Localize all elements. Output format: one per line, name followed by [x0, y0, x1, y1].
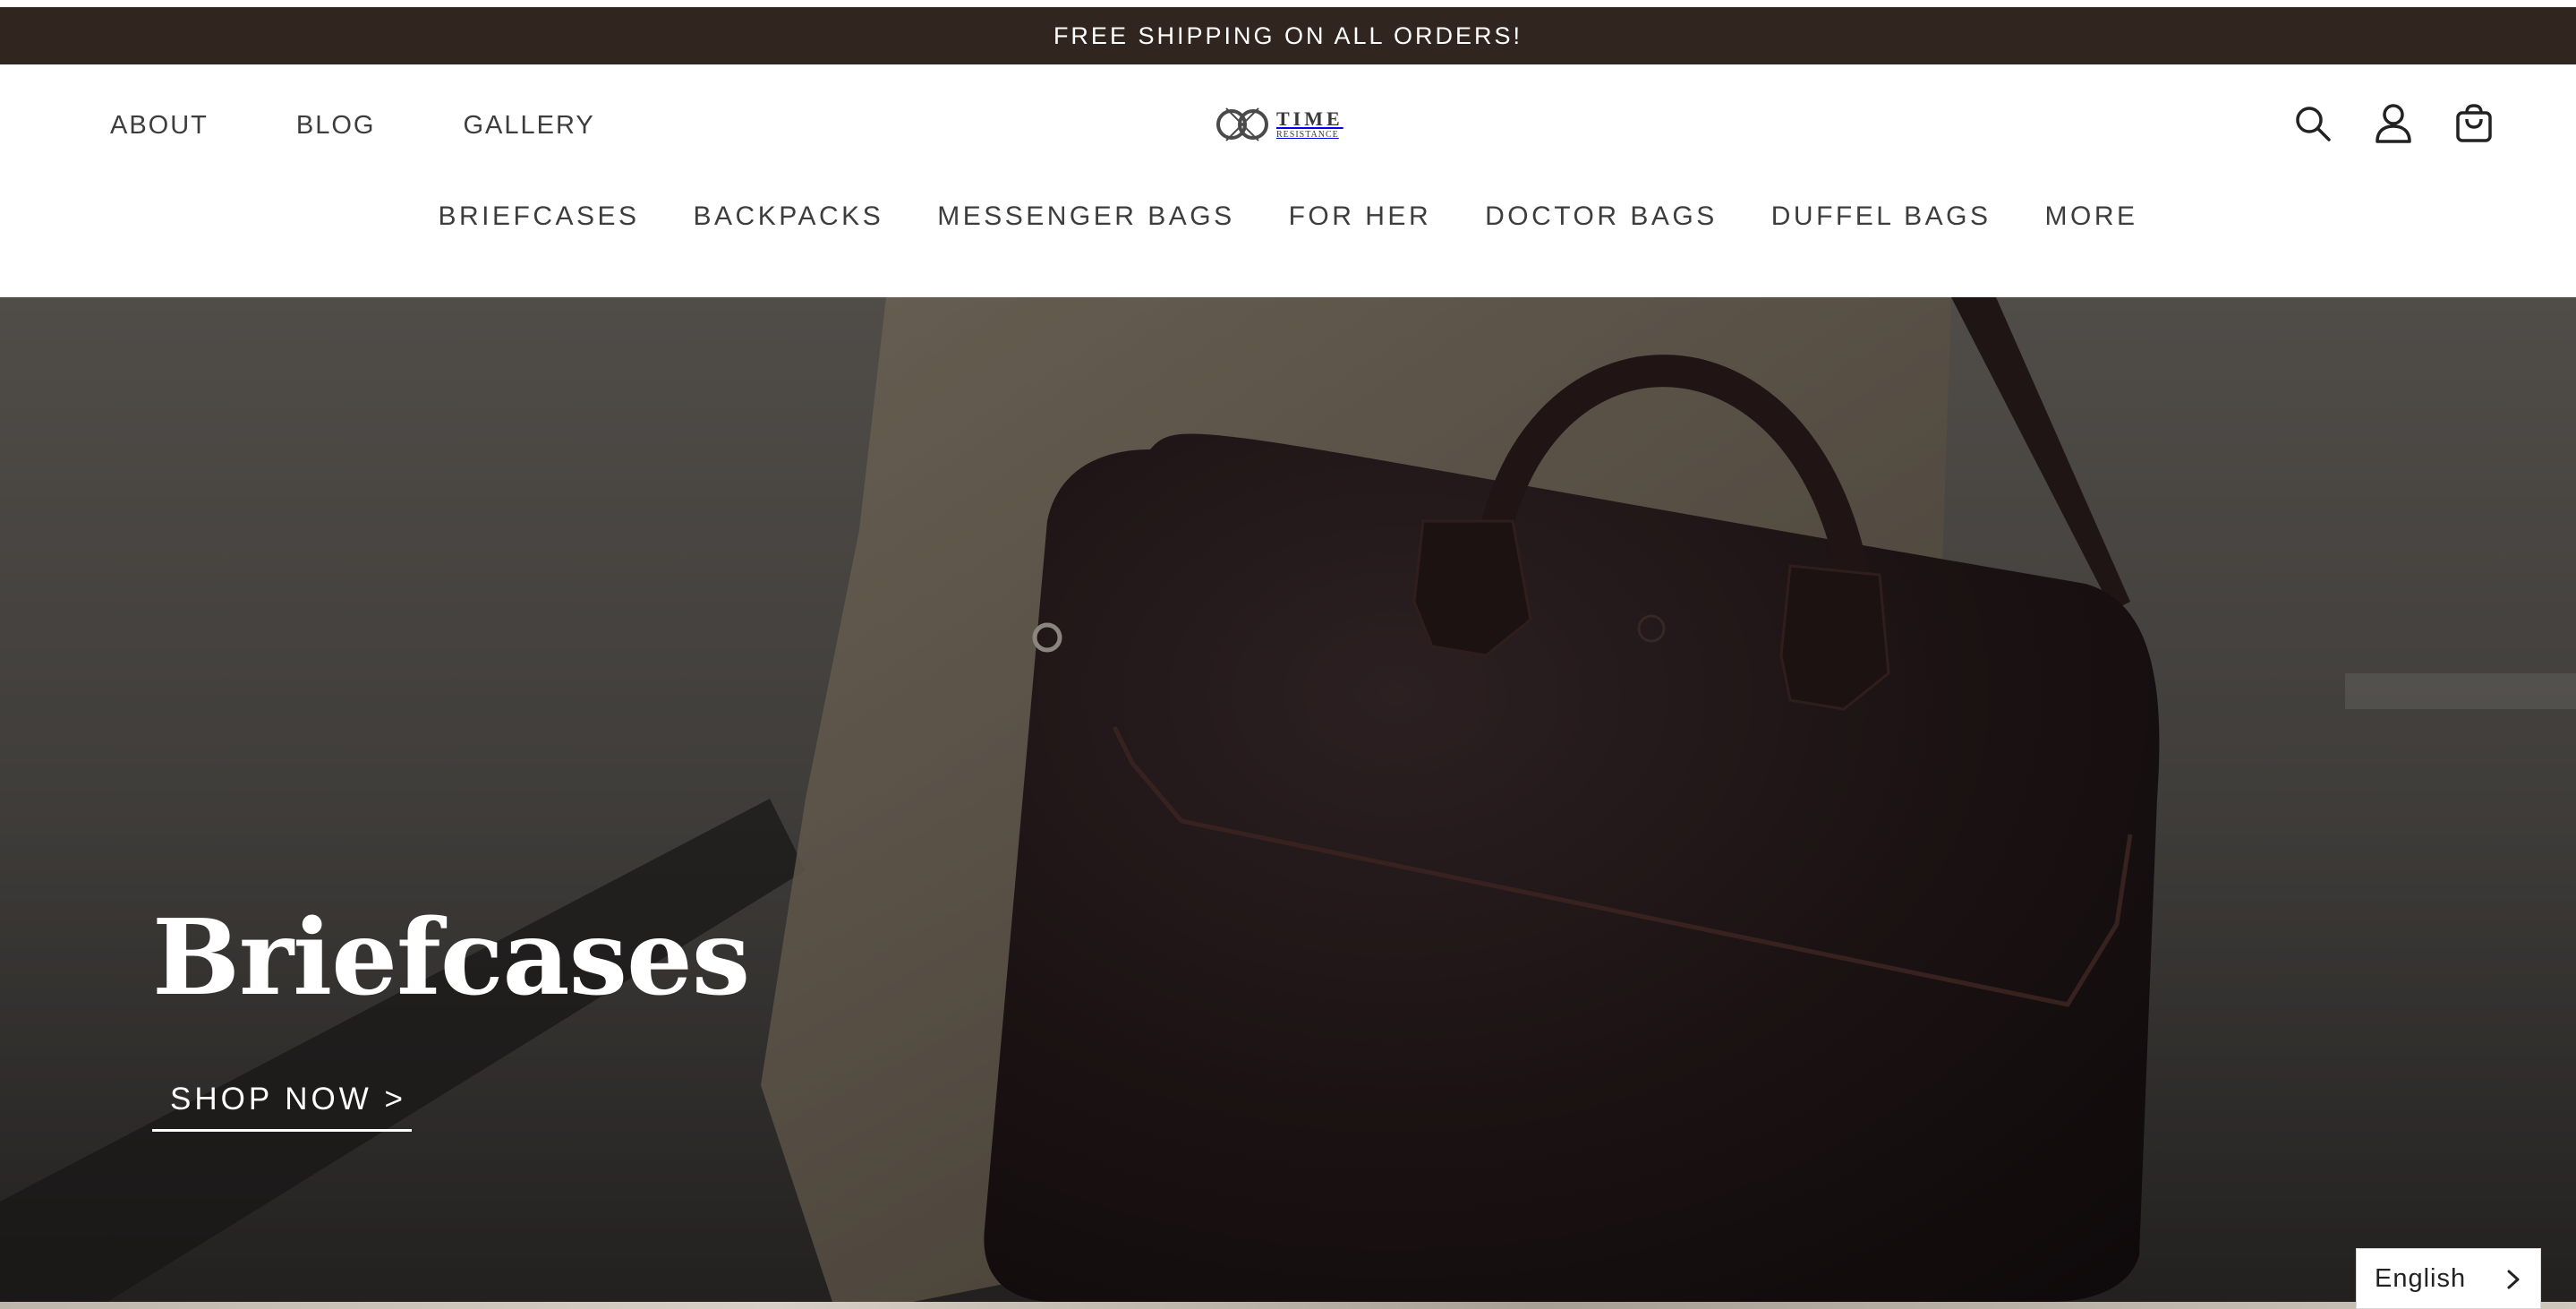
header-actions	[2291, 100, 2495, 147]
site-header: ABOUT BLOG GALLERY TIME RESISTANCE BRIEF…	[0, 64, 2576, 297]
hero-banner: Briefcases SHOP NOW >	[0, 297, 2576, 1302]
logo-subtitle: RESISTANCE	[1276, 130, 1339, 140]
infinity-logo-icon	[1216, 107, 1268, 141]
nav-link-doctor-bags[interactable]: DOCTOR BAGS	[1485, 199, 1718, 235]
nav-link-more[interactable]: MORE	[2045, 199, 2138, 235]
nav-link-blog[interactable]: BLOG	[296, 107, 376, 143]
language-selector[interactable]: English	[2356, 1248, 2541, 1309]
account-icon	[2376, 104, 2411, 143]
nav-link-backpacks[interactable]: BACKPACKS	[694, 199, 884, 235]
nav-link-briefcases[interactable]: BRIEFCASES	[438, 199, 639, 235]
search-icon	[2296, 107, 2331, 141]
site-logo[interactable]: TIME RESISTANCE	[1214, 98, 1364, 150]
secondary-nav: ABOUT BLOG GALLERY	[110, 107, 595, 143]
nav-link-messenger-bags[interactable]: MESSENGER BAGS	[937, 199, 1234, 235]
announcement-text: FREE SHIPPING ON ALL ORDERS!	[1053, 21, 1523, 49]
hero-title: Briefcases	[152, 897, 750, 1019]
chevron-right-icon	[2507, 1270, 2520, 1289]
search-button[interactable]	[2291, 100, 2334, 147]
next-section-preview	[0, 1302, 2576, 1309]
nav-link-gallery[interactable]: GALLERY	[464, 107, 595, 143]
logo-wordmark: TIME	[1276, 107, 1343, 130]
shop-now-button[interactable]: SHOP NOW >	[152, 1074, 412, 1132]
cart-button[interactable]	[2452, 100, 2495, 147]
nav-link-for-her[interactable]: FOR HER	[1289, 199, 1432, 235]
nav-link-about[interactable]: ABOUT	[110, 107, 209, 143]
cart-icon	[2456, 104, 2492, 142]
main-nav: BRIEFCASES BACKPACKS MESSENGER BAGS FOR …	[0, 199, 2576, 235]
announcement-bar: FREE SHIPPING ON ALL ORDERS!	[0, 7, 2576, 64]
account-button[interactable]	[2372, 100, 2415, 147]
language-label: English	[2375, 1263, 2467, 1293]
nav-link-duffel-bags[interactable]: DUFFEL BAGS	[1771, 199, 1992, 235]
